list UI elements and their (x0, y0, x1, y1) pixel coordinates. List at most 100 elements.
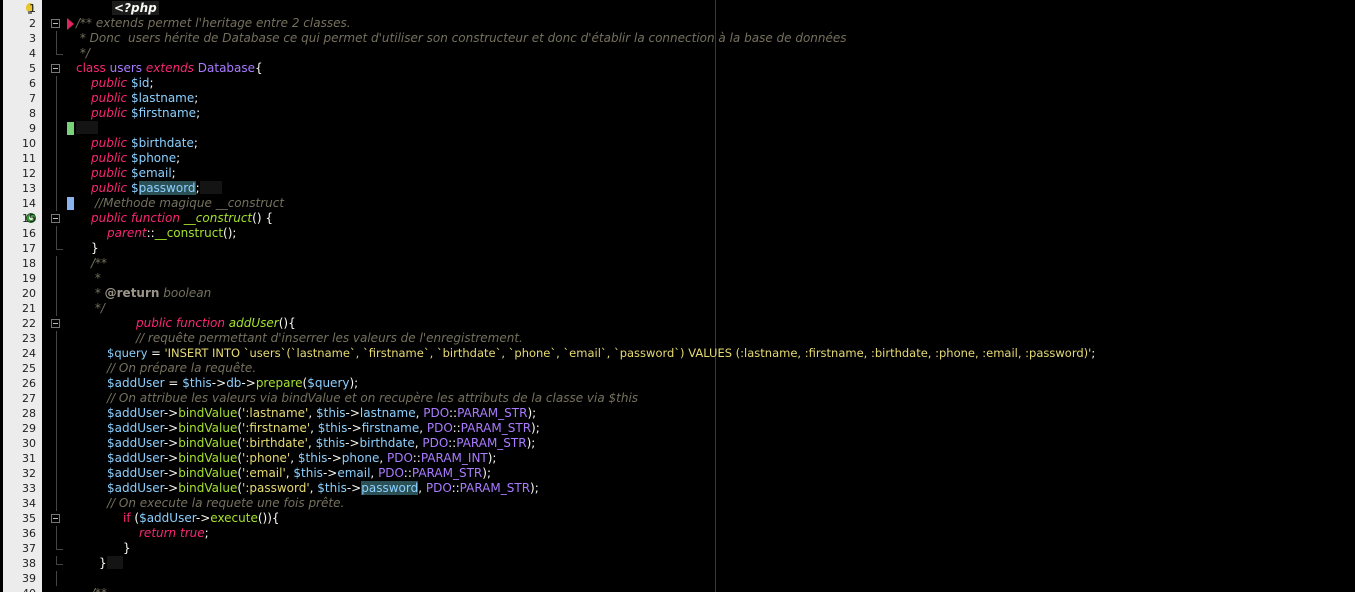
property-var: $lastname (130, 91, 195, 105)
code-line[interactable]: 2 /** extends permet l'heritage entre 2 … (0, 16, 1355, 31)
fold-toggle-icon[interactable] (51, 19, 60, 28)
fold-guide (56, 76, 57, 91)
line-number: 19 (22, 272, 36, 285)
line-number: 38 (22, 557, 36, 570)
code-line[interactable]: 19 * (0, 271, 1355, 286)
fold-guide (56, 271, 57, 286)
code-line[interactable]: 20 * @return boolean (0, 286, 1355, 301)
fold-guide (56, 526, 57, 541)
doc-comment: * Donc users hérite de Database ce qui p… (76, 31, 847, 45)
comment: // requête permettant d'inserrer les val… (136, 331, 523, 345)
code-line[interactable]: 12 public $email; (0, 166, 1355, 181)
code-line[interactable]: 16 parent::__construct(); (0, 226, 1355, 241)
code-line[interactable]: 27 // On attribue les valeurs via bindVa… (0, 391, 1355, 406)
line-number: 17 (22, 242, 36, 255)
highlighted-occurrence: password (361, 481, 419, 495)
code-line[interactable]: 33 $addUser->bindValue(':password', $thi… (0, 481, 1355, 496)
line-number: 15 (22, 212, 36, 225)
fold-toggle-icon[interactable] (51, 214, 60, 223)
code-line[interactable]: 13 public $password; (0, 181, 1355, 196)
code-line[interactable]: 1 <?php (0, 1, 1355, 16)
line-number: 14 (22, 197, 36, 210)
function-call: prepare (255, 376, 303, 390)
code-line[interactable]: 9 (0, 121, 1355, 136)
code-line[interactable]: 17 } (0, 241, 1355, 256)
code-line[interactable]: 14 //Methode magique __construct (0, 196, 1355, 211)
line-number: 29 (22, 422, 36, 435)
code-line[interactable]: 29 $addUser->bindValue(':firstname', $th… (0, 421, 1355, 436)
code-line[interactable]: 21 */ (0, 301, 1355, 316)
fold-guide (56, 121, 57, 136)
keyword: parent (107, 226, 147, 240)
bookmark-icon[interactable] (67, 18, 74, 30)
fold-guide (56, 496, 57, 511)
code-line[interactable]: 24 $query = 'INSERT INTO `users`(`lastna… (0, 346, 1355, 361)
line-number: 27 (22, 392, 36, 405)
variable: $query (107, 346, 148, 360)
fold-guide (56, 136, 57, 151)
code-line[interactable]: 34 // On execute la requete une fois prê… (0, 496, 1355, 511)
code-line[interactable]: 10 public $birthdate; (0, 136, 1355, 151)
code-line[interactable]: 25 // On prépare la requête. (0, 361, 1355, 376)
doc-comment: */ (76, 46, 90, 60)
whitespace-marker (199, 181, 222, 194)
keyword: public (91, 166, 128, 180)
keyword: public (91, 151, 128, 165)
code-line[interactable]: 31 $addUser->bindValue(':phone', $this->… (0, 451, 1355, 466)
code-line[interactable]: 37 } (0, 541, 1355, 556)
line-number: 34 (22, 497, 36, 510)
property-var: $phone (130, 151, 177, 165)
fold-guide (56, 31, 57, 46)
comment: // On prépare la requête. (107, 361, 257, 375)
line-number: 16 (22, 227, 36, 240)
code-line[interactable]: 8 public $firstname; (0, 106, 1355, 121)
keyword: public (91, 211, 128, 225)
code-line[interactable]: 28 $addUser->bindValue(':lastname', $thi… (0, 406, 1355, 421)
doc-comment: /** (91, 586, 107, 592)
code-line[interactable]: 4 */ (0, 46, 1355, 61)
line-number: 24 (22, 347, 36, 360)
property-var: $firstname (130, 106, 197, 120)
code-line[interactable]: 6 public $id; (0, 76, 1355, 91)
fold-guide (56, 166, 57, 181)
code-line[interactable]: 26 $addUser = $this->db->prepare($query)… (0, 376, 1355, 391)
code-line[interactable]: 3 * Donc users hérite de Database ce qui… (0, 31, 1355, 46)
code-line[interactable]: 39 (0, 571, 1355, 586)
code-line[interactable]: 38 } (0, 556, 1355, 571)
line-number: 21 (22, 302, 36, 315)
code-line[interactable]: 22 public function addUser(){ (0, 316, 1355, 331)
code-line[interactable]: 40 /** (0, 586, 1355, 592)
code-line[interactable]: 15 public function __construct() { (0, 211, 1355, 226)
keyword: public (91, 76, 128, 90)
highlighted-occurrence: password (138, 181, 196, 195)
code-line[interactable]: 18 /** (0, 256, 1355, 271)
fold-toggle-icon[interactable] (51, 64, 60, 73)
fold-end-guide (56, 46, 63, 55)
line-number: 4 (29, 47, 36, 60)
function-call: bindValue (178, 421, 238, 435)
code-line[interactable]: 30 $addUser->bindValue(':birthdate', $th… (0, 436, 1355, 451)
fold-toggle-icon[interactable] (51, 514, 60, 523)
line-number: 25 (22, 362, 36, 375)
fold-end-guide (56, 541, 63, 550)
line-number: 6 (29, 77, 36, 90)
keyword: public (91, 106, 128, 120)
code-line[interactable]: 7 public $lastname; (0, 91, 1355, 106)
property-var: $email (130, 166, 172, 180)
line-number: 30 (22, 437, 36, 450)
code-line[interactable]: 35 if ($addUser->execute()){ (0, 511, 1355, 526)
line-number: 31 (22, 452, 36, 465)
keyword: class (76, 61, 106, 75)
code-line[interactable]: 11 public $phone; (0, 151, 1355, 166)
code-line[interactable]: 5 class users extends Database{ (0, 61, 1355, 76)
code-editor[interactable]: 1 <?php 2 /** extends permet l'heritage … (0, 0, 1355, 592)
code-line[interactable]: 32 $addUser->bindValue(':email', $this->… (0, 466, 1355, 481)
fold-toggle-icon[interactable] (51, 319, 60, 328)
fold-end-guide (56, 241, 63, 250)
code-line[interactable]: 36 return true; (0, 526, 1355, 541)
code-line[interactable]: 23 // requête permettant d'inserrer les … (0, 331, 1355, 346)
line-number: 37 (22, 542, 36, 555)
class-name: users (109, 61, 143, 75)
parent-class-name: Database (197, 61, 256, 75)
line-number: 5 (29, 62, 36, 75)
